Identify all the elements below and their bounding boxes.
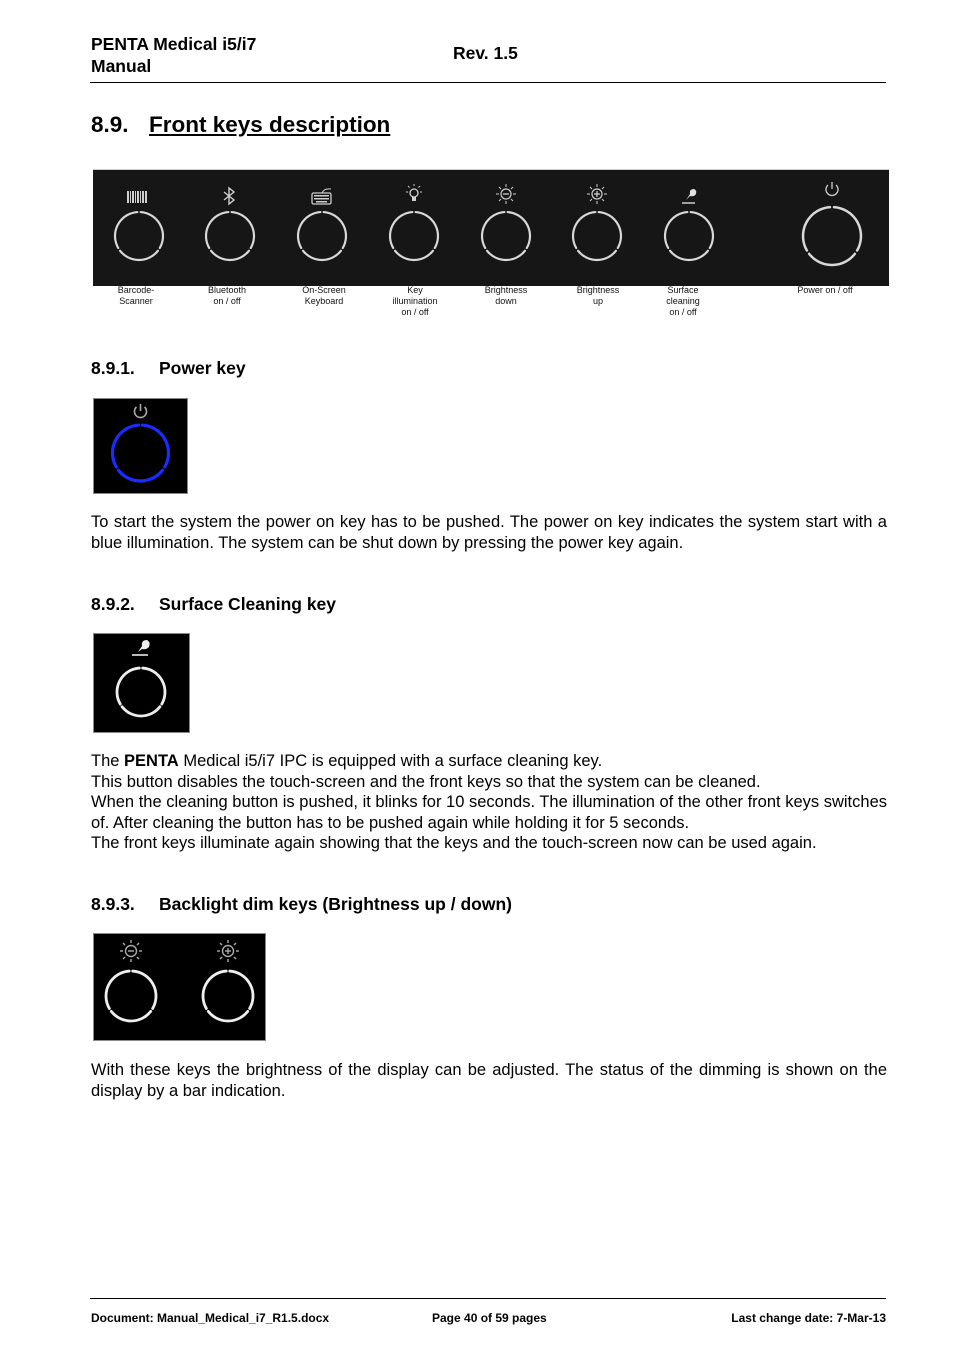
key-surface-cleaning — [643, 170, 733, 286]
brightness-up-icon — [217, 940, 239, 962]
key-ring-segment — [832, 205, 863, 252]
front-panel-image — [93, 169, 889, 286]
surface-cleaning-icon — [663, 189, 715, 262]
key-label-keyboard: On-Screen Keyboard — [302, 285, 346, 306]
keyboard-icon — [296, 188, 348, 262]
footer-document-name: Document: Manual_Medical_i7_R1.5.docx — [91, 1311, 330, 1325]
paragraph-line: When the cleaning button is pushed, it b… — [91, 793, 887, 832]
key-ring-segment — [209, 249, 251, 262]
key-ring-segment — [228, 969, 255, 1010]
subsection-number: 8.9.2. — [91, 594, 135, 614]
key-on-screen-keyboard — [276, 170, 366, 286]
key-ring-segment — [301, 249, 343, 262]
key-ring-segment — [206, 1009, 250, 1023]
key-ring-segment — [576, 249, 618, 262]
key-brightness-down — [460, 170, 550, 286]
key-ring-segment — [204, 210, 230, 250]
subsection-title: Power key — [159, 358, 246, 378]
key-brightness-up — [551, 170, 641, 286]
key-ring-segment — [663, 210, 689, 250]
key-ring-segment — [571, 210, 597, 250]
key-barcode-scanner — [93, 170, 183, 286]
key-label-power: Power on / off — [797, 285, 853, 295]
subsection-heading-power-key: 8.9.1. Power key — [91, 358, 246, 379]
brightness-up-icon — [571, 184, 623, 262]
header-divider — [90, 82, 886, 83]
key-illumination — [368, 170, 458, 286]
paragraph-line: The PENTA Medical i5/i7 IPC is equipped … — [91, 752, 603, 770]
subsection-number: 8.9.3. — [91, 894, 135, 914]
key-label-bluetooth: Bluetooth on / off — [207, 285, 247, 306]
key-ring-segment — [115, 666, 141, 706]
barcode-icon — [113, 191, 165, 262]
power-icon — [110, 404, 171, 483]
footer-divider — [90, 1298, 886, 1299]
footer-page-number: Page 40 of 59 pages — [432, 1311, 547, 1325]
key-ring-segment — [109, 1009, 153, 1023]
key-ring-segment — [597, 210, 623, 250]
key-ring-segment — [414, 210, 440, 250]
key-ring-segment — [807, 252, 857, 267]
key-ring-segment — [801, 205, 832, 252]
section-number: 8.9. — [91, 112, 129, 137]
power-key-description: To start the system the power on key has… — [91, 513, 887, 552]
key-ring-segment — [296, 210, 322, 250]
surface-cleaning-icon — [115, 640, 167, 718]
key-ring-segment — [131, 969, 158, 1010]
key-ring-segment — [689, 210, 715, 250]
document-title: PENTA Medical i5/i7 Manual — [91, 33, 256, 77]
subsection-title: Surface Cleaning key — [159, 594, 337, 614]
paragraph-line: The front keys illuminate again showing … — [91, 834, 817, 852]
key-label-illumination: Key illumination on / off — [392, 285, 438, 317]
key-label-barcode: Barcode- Scanner — [117, 285, 155, 306]
key-bluetooth — [184, 170, 274, 286]
subsection-heading-backlight-dim: 8.9.3. Backlight dim keys (Brightness up … — [91, 894, 512, 915]
brightness-down-icon — [120, 940, 142, 962]
subsection-heading-surface-cleaning: 8.9.2. Surface Cleaning key — [91, 594, 336, 615]
key-ring-segment — [110, 423, 141, 469]
key-ring-segment — [388, 210, 414, 250]
key-ring-segment — [506, 210, 532, 250]
key-ring-segment — [140, 423, 171, 469]
revision: Rev. 1.5 — [453, 43, 518, 63]
key-ring-segment — [104, 969, 131, 1010]
surface-cleaning-description: The PENTA Medical i5/i7 IPC is equipped … — [91, 751, 887, 854]
key-ring-segment — [120, 705, 162, 718]
key-ring-segment — [230, 210, 256, 250]
key-ring-segment — [322, 210, 348, 250]
brightness-keys-image — [93, 933, 266, 1041]
paragraph-line: This button disables the touch-screen an… — [91, 772, 761, 791]
key-ring-segment — [113, 210, 139, 250]
key-label-brightness-up: Brightness up — [576, 285, 620, 306]
key-power — [783, 170, 893, 286]
subsection-number: 8.9.1. — [91, 358, 135, 378]
key-label-brightness-down: Brightness down — [484, 285, 528, 306]
key-ring-segment — [141, 666, 167, 706]
title-line-2: Manual — [91, 56, 152, 76]
key-ring-segment — [485, 249, 527, 262]
lightbulb-icon — [388, 184, 440, 262]
key-ring-segment — [139, 210, 165, 250]
brightness-description: With these keys the brightness of the di… — [91, 1061, 887, 1100]
brightness-down-icon — [480, 184, 532, 262]
power-icon — [801, 182, 863, 267]
key-ring-segment — [668, 249, 710, 262]
footer-change-date: Last change date: 7-Mar-13 — [731, 1311, 886, 1325]
bluetooth-icon — [204, 186, 256, 262]
subsection-title: Backlight dim keys (Brightness up / down… — [159, 894, 512, 914]
key-ring-segment — [201, 969, 228, 1010]
surface-cleaning-key-image — [93, 633, 190, 733]
key-label-surface-cleaning: Surface cleaning on / off — [666, 285, 700, 317]
title-line-1: PENTA Medical i5/i7 — [91, 34, 257, 54]
power-key-image — [93, 398, 188, 494]
key-ring-segment — [116, 468, 165, 483]
key-ring-segment — [393, 249, 435, 262]
key-ring-segment — [118, 249, 160, 262]
section-heading: 8.9. Front keys description — [91, 112, 390, 138]
section-title: Front keys description — [149, 112, 391, 137]
key-ring-segment — [480, 210, 506, 250]
brightness-keys-graphic — [104, 940, 255, 1023]
